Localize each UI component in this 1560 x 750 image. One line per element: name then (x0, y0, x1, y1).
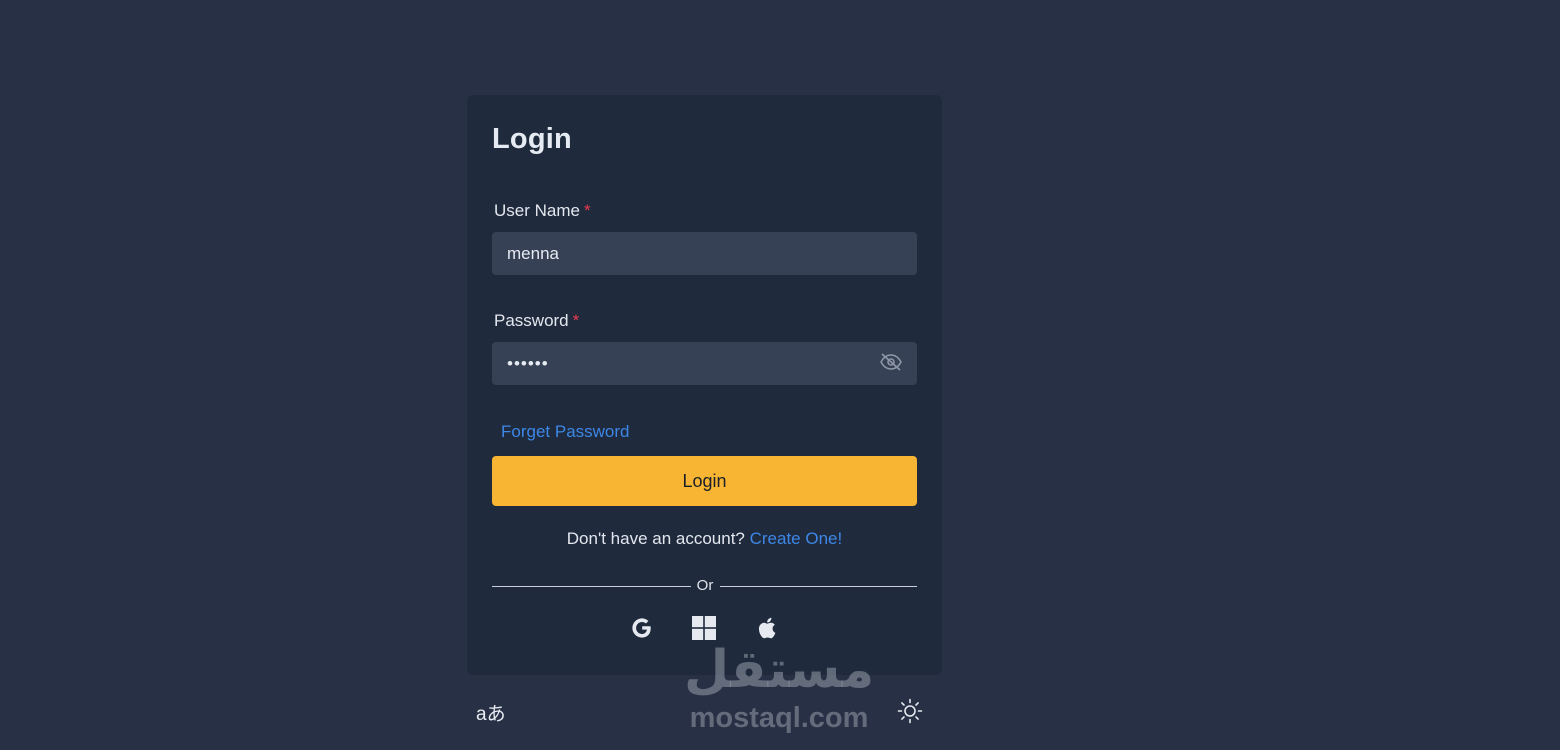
login-button[interactable]: Login (492, 456, 917, 506)
login-card: Login User Name* Password* Forget Passwo… (467, 95, 942, 675)
google-icon[interactable] (628, 614, 656, 642)
divider-line-left (492, 586, 691, 587)
windows-icon[interactable] (690, 614, 718, 642)
password-label: Password * (494, 311, 579, 331)
signup-prompt: Don't have an account? Create One! (467, 529, 942, 549)
watermark-latin: mostaql.com (689, 702, 869, 734)
required-asterisk: * (583, 201, 591, 220)
username-label: User Name * (494, 201, 591, 221)
password-label-text: Password (494, 311, 569, 330)
sun-icon[interactable] (897, 698, 923, 724)
signup-prompt-text: Don't have an account? (566, 529, 745, 548)
eye-off-icon[interactable] (879, 353, 903, 371)
create-account-link[interactable]: Create One! (750, 529, 843, 548)
apple-icon[interactable] (753, 614, 781, 642)
username-input[interactable] (492, 232, 917, 275)
username-label-text: User Name (494, 201, 580, 220)
required-asterisk: * (572, 311, 580, 330)
forgot-password-link[interactable]: Forget Password (501, 422, 630, 442)
password-input[interactable] (492, 342, 917, 385)
language-toggle[interactable]: aあ (476, 699, 506, 726)
page-title: Login (492, 123, 572, 155)
divider-text: Or (696, 577, 714, 594)
divider-line-right (720, 586, 917, 587)
or-divider: Or (492, 576, 917, 596)
